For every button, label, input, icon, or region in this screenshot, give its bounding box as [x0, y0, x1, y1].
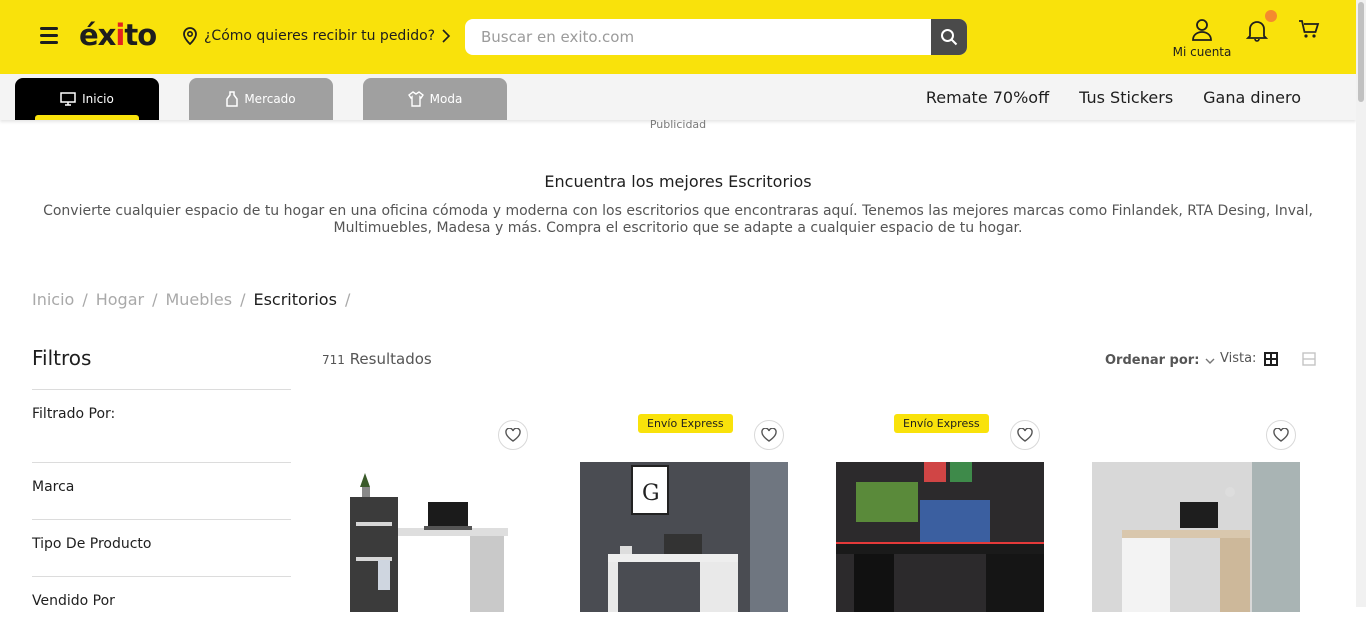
breadcrumb-separator: /	[240, 290, 246, 309]
search-icon	[941, 29, 958, 46]
product-image[interactable]	[836, 462, 1044, 612]
filters-panel: Filtros Filtrado Por: Marca Tipo De Prod…	[32, 346, 291, 634]
scrollbar-thumb[interactable]	[1358, 2, 1364, 102]
filter-vendido-por[interactable]: Vendido Por	[32, 577, 291, 634]
filters-title: Filtros	[32, 346, 291, 390]
product-card[interactable]	[1088, 414, 1312, 614]
tab-label: Mercado	[244, 92, 296, 106]
heart-icon	[1273, 428, 1289, 442]
heart-icon	[761, 428, 777, 442]
promo-links: Remate 70%off Tus Stickers Gana dinero	[926, 88, 1301, 107]
filter-marca[interactable]: Marca	[32, 463, 291, 520]
express-badge: Envío Express	[894, 414, 989, 433]
user-icon	[1192, 19, 1212, 41]
results-count: 711 Resultados	[322, 350, 432, 368]
product-image[interactable]	[320, 462, 528, 612]
breadcrumb-separator: /	[82, 290, 88, 309]
results-label: Resultados	[349, 350, 432, 368]
search-button[interactable]	[931, 19, 967, 55]
favorite-button[interactable]	[1266, 420, 1296, 450]
notifications-button[interactable]	[1245, 10, 1277, 46]
category-navbar: Inicio Mercado Moda Remate 70%off Tus St…	[0, 74, 1356, 120]
delivery-location-button[interactable]: ¿Cómo quieres recibir tu pedido?	[182, 27, 451, 45]
search-bar	[465, 19, 967, 55]
results-number: 711	[322, 353, 345, 367]
link-remate[interactable]: Remate 70%off	[926, 88, 1049, 107]
product-image[interactable]	[1092, 462, 1300, 612]
tab-label: Inicio	[82, 92, 114, 106]
favorite-button[interactable]	[1010, 420, 1040, 450]
exito-logo[interactable]: éxito	[79, 18, 157, 52]
bell-icon	[1245, 21, 1269, 42]
ad-label: Publicidad	[649, 118, 707, 131]
desk-photo	[836, 462, 1044, 612]
search-input[interactable]	[465, 19, 931, 55]
link-gana-dinero[interactable]: Gana dinero	[1203, 88, 1301, 107]
breadcrumb-muebles[interactable]: Muebles	[165, 290, 232, 309]
breadcrumb-escritorios: Escritorios	[253, 290, 337, 309]
product-card[interactable]: Envío Express	[832, 414, 1056, 614]
cart-icon	[1299, 20, 1320, 38]
link-stickers[interactable]: Tus Stickers	[1079, 88, 1173, 107]
monitor-icon	[60, 92, 76, 106]
top-header: éxito ¿Cómo quieres recibir tu pedido? M…	[0, 0, 1356, 74]
product-card[interactable]: Envío Express G	[576, 414, 800, 614]
tab-inicio[interactable]: Inicio	[15, 78, 159, 120]
tab-mercado[interactable]: Mercado	[189, 78, 333, 120]
heart-icon	[505, 428, 521, 442]
page-description: Convierte cualquier espacio de tu hogar …	[43, 203, 1313, 236]
breadcrumb: Inicio / Hogar / Muebles / Escritorios /	[32, 290, 350, 309]
page-scrollbar[interactable]	[1356, 0, 1366, 607]
shirt-icon	[407, 91, 424, 107]
location-pin-icon	[183, 27, 197, 45]
desk-photo: G	[580, 462, 788, 612]
delivery-prompt: ¿Cómo quieres recibir tu pedido?	[204, 28, 436, 44]
grid-view-icon[interactable]	[1264, 351, 1279, 366]
page-title: Encuentra los mejores Escritorios	[544, 172, 812, 191]
sort-dropdown[interactable]: Ordenar por:	[1105, 353, 1215, 368]
bottle-icon	[226, 91, 239, 107]
menu-icon[interactable]	[40, 27, 58, 45]
notification-dot	[1265, 10, 1277, 22]
list-view-icon[interactable]	[1302, 351, 1317, 366]
view-toggle: Vista:	[1220, 351, 1317, 366]
favorite-button[interactable]	[498, 420, 528, 450]
cart-button[interactable]	[1298, 18, 1320, 44]
heart-icon	[1017, 428, 1033, 442]
breadcrumb-hogar[interactable]: Hogar	[96, 290, 144, 309]
product-image[interactable]: G	[580, 462, 788, 612]
favorite-button[interactable]	[754, 420, 784, 450]
chevron-down-icon	[1205, 358, 1215, 364]
view-label: Vista:	[1220, 351, 1257, 366]
chevron-right-icon	[442, 29, 451, 43]
filtered-by-label: Filtrado Por:	[32, 390, 291, 463]
breadcrumb-separator: /	[152, 290, 158, 309]
account-button[interactable]: Mi cuenta	[1170, 18, 1234, 59]
svg-text:G: G	[642, 481, 660, 506]
sort-label: Ordenar por:	[1105, 353, 1200, 368]
tab-moda[interactable]: Moda	[363, 78, 507, 120]
breadcrumb-inicio[interactable]: Inicio	[32, 290, 74, 309]
express-badge: Envío Express	[638, 414, 733, 433]
desk-photo	[320, 462, 528, 612]
desk-photo	[1092, 462, 1300, 612]
filter-tipo-de-producto[interactable]: Tipo De Producto	[32, 520, 291, 577]
account-label: Mi cuenta	[1172, 45, 1232, 59]
breadcrumb-separator: /	[344, 290, 351, 309]
product-card[interactable]	[320, 414, 544, 614]
tab-label: Moda	[429, 92, 463, 106]
